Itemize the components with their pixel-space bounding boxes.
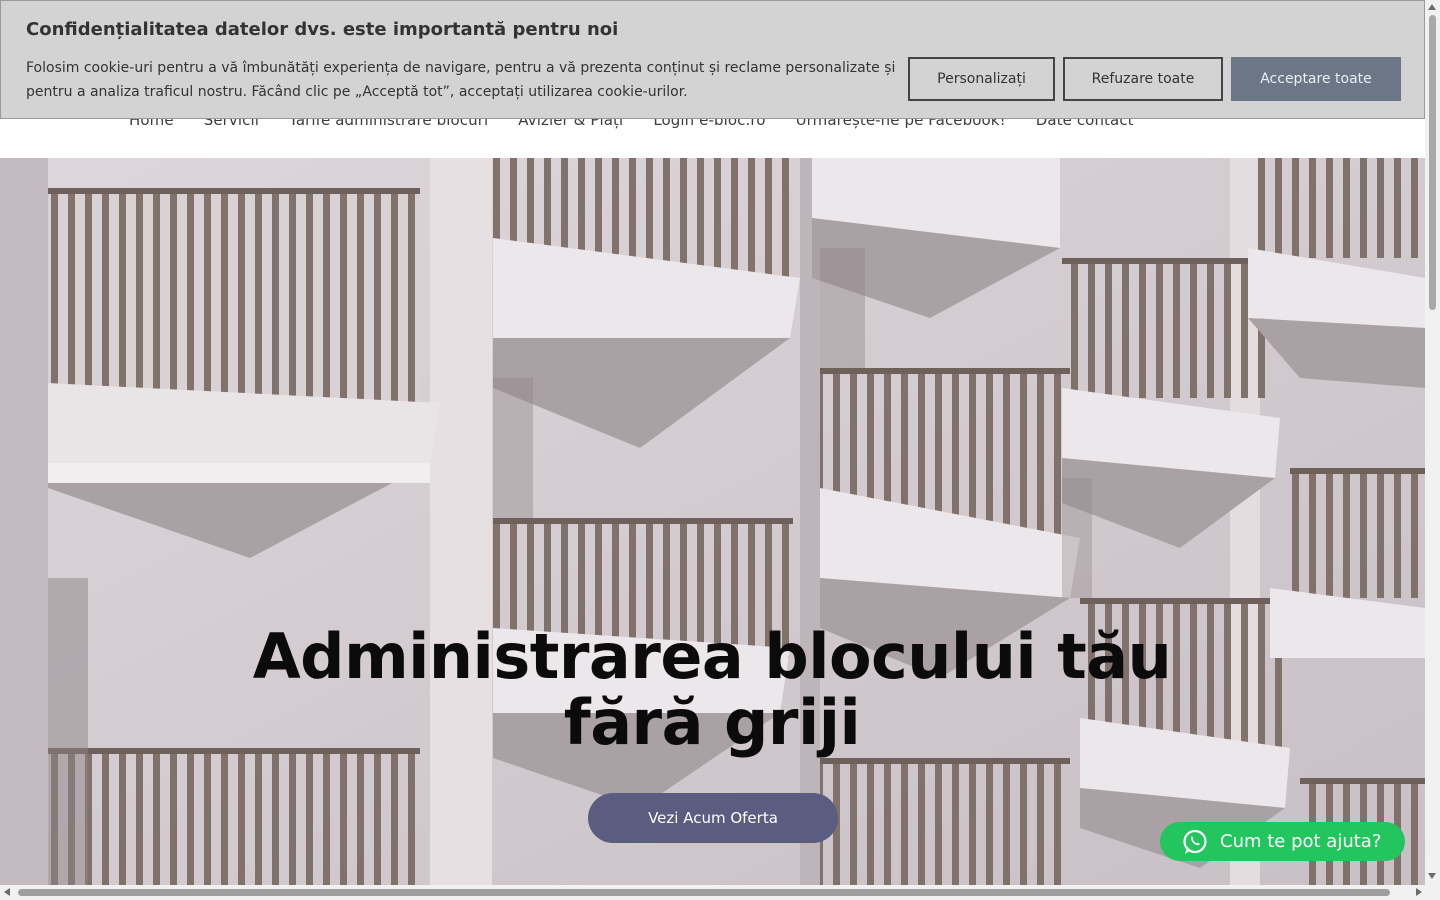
whatsapp-label: Cum te pot ajuta? [1220, 831, 1382, 852]
horizontal-scrollbar[interactable] [0, 885, 1440, 900]
whatsapp-chat-button[interactable]: Cum te pot ajuta? [1160, 822, 1405, 861]
hero-section: Administrarea blocului tău fără griji Ve… [0, 158, 1425, 885]
scroll-up-arrow-icon[interactable] [1428, 4, 1436, 10]
vertical-scrollbar[interactable] [1425, 0, 1440, 885]
vertical-scrollbar-thumb[interactable] [1429, 15, 1436, 310]
scroll-right-arrow-icon[interactable] [1416, 888, 1422, 896]
horizontal-scrollbar-thumb[interactable] [18, 889, 1390, 896]
reject-all-cookies-button[interactable]: Refuzare toate [1063, 57, 1223, 101]
customize-cookies-button[interactable]: Personalizați [908, 57, 1055, 101]
cookie-banner-title: Confidențialitatea datelor dvs. este imp… [26, 19, 619, 40]
hero-background-image [0, 158, 1425, 885]
accept-all-cookies-button[interactable]: Acceptare toate [1231, 57, 1401, 101]
hero-title: Administrarea blocului tău fără griji [252, 620, 1172, 759]
cookie-banner-text: Folosim cookie-uri pentru a vă îmbunătăț… [26, 60, 896, 100]
whatsapp-icon [1182, 829, 1208, 855]
scroll-left-arrow-icon[interactable] [4, 888, 10, 896]
scroll-down-arrow-icon[interactable] [1428, 873, 1436, 879]
view-offer-button[interactable]: Vezi Acum Oferta [588, 793, 838, 843]
cookie-consent-banner: Confidențialitatea datelor dvs. este imp… [0, 0, 1425, 119]
